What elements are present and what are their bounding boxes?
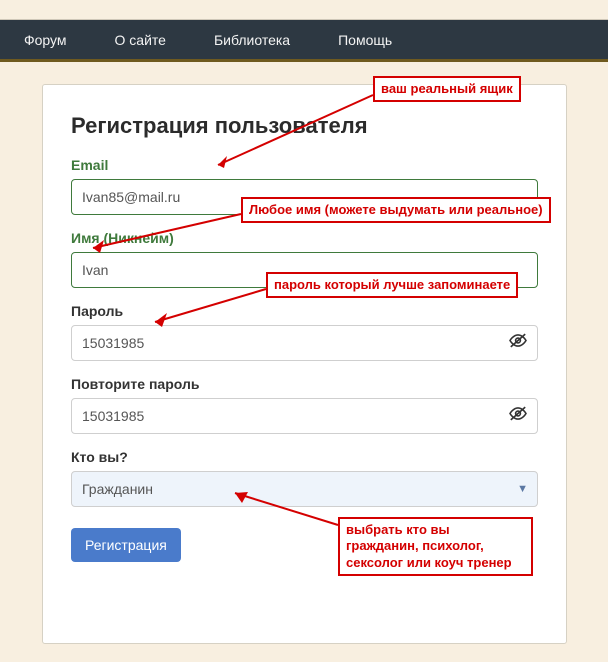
password2-label: Повторите пароль — [71, 376, 538, 392]
who-select[interactable]: Гражданин — [71, 471, 538, 507]
nickname-label: Имя (Никнейм) — [71, 230, 538, 246]
topbar-spacer — [0, 0, 608, 20]
eye-off-icon[interactable] — [508, 406, 528, 427]
field-who: Кто вы? Гражданин ▼ — [71, 449, 538, 507]
annotation-email: ваш реальный ящик — [373, 76, 521, 102]
eye-off-icon[interactable] — [508, 333, 528, 354]
who-label: Кто вы? — [71, 449, 538, 465]
nav-item-about[interactable]: О сайте — [91, 20, 190, 59]
nav-item-forum[interactable]: Форум — [0, 20, 91, 59]
nav-item-library[interactable]: Библиотека — [190, 20, 314, 59]
annotation-password: пароль который лучше запоминаете — [266, 272, 518, 298]
annotation-nickname: Любое имя (можете выдумать или реальное) — [241, 197, 551, 223]
password-label: Пароль — [71, 303, 538, 319]
email-label: Email — [71, 157, 538, 173]
field-password-repeat: Повторите пароль — [71, 376, 538, 434]
register-button[interactable]: Регистрация — [71, 528, 181, 562]
field-password: Пароль — [71, 303, 538, 361]
navbar: Форум О сайте Библиотека Помощь — [0, 20, 608, 62]
password2-input[interactable] — [71, 398, 538, 434]
page-title: Регистрация пользователя — [71, 113, 538, 139]
registration-card: Регистрация пользователя Email Имя (Никн… — [42, 84, 567, 644]
password-input[interactable] — [71, 325, 538, 361]
annotation-who: выбрать кто вы гражданин, психолог, секс… — [338, 517, 533, 576]
nav-item-help[interactable]: Помощь — [314, 20, 416, 59]
